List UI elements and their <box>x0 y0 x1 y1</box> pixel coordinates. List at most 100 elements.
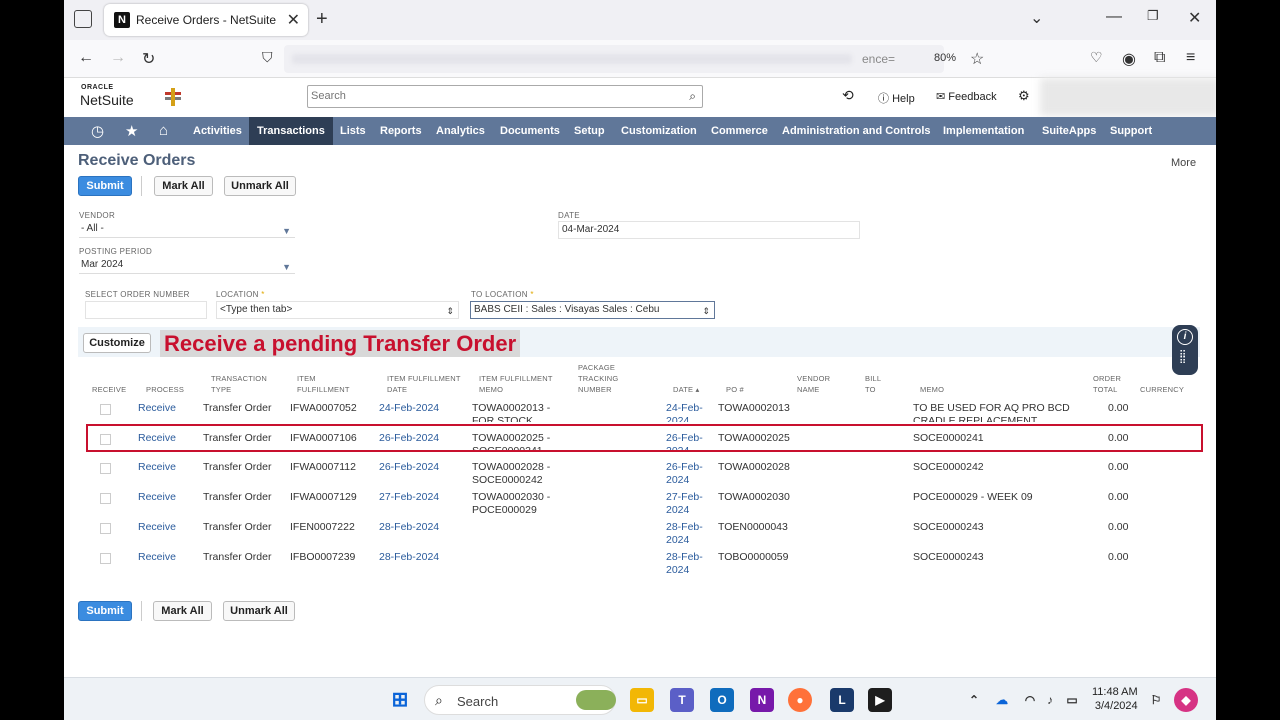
chevron-up-icon[interactable]: ⌃ <box>962 688 986 712</box>
tab-list-chevron-icon[interactable]: ⌄ <box>1030 8 1043 28</box>
vendor-select[interactable]: - All - ▼ <box>79 221 295 238</box>
tab-manager-icon[interactable] <box>74 10 92 28</box>
forward-icon[interactable]: → <box>110 49 126 67</box>
firefox-icon[interactable]: ● <box>788 688 812 712</box>
system-clock[interactable]: 11:48 AM 3/4/2024 <box>1092 685 1138 713</box>
vendor-label: VENDOR <box>79 211 116 220</box>
menu-lists[interactable]: Lists <box>340 117 366 145</box>
close-window-icon[interactable]: ✕ <box>1188 8 1201 28</box>
if-date[interactable]: 24-Feb-2024 <box>379 402 439 415</box>
reload-icon[interactable]: ↻ <box>142 49 155 69</box>
help-link[interactable]: ⓘ Help <box>878 90 915 106</box>
bookmark-star-icon[interactable]: ☆ <box>970 49 984 69</box>
new-tab-icon[interactable]: + <box>316 8 328 31</box>
menu-suiteapps[interactable]: SuiteApps <box>1042 117 1096 145</box>
date-field[interactable]: 04-Mar-2024 <box>558 221 860 239</box>
screen-recorder-icon[interactable]: ▶ <box>868 688 892 712</box>
outlook-icon[interactable]: O <box>710 688 734 712</box>
help-widget[interactable]: i ⠿ ⠿ <box>1172 325 1198 375</box>
windows-start-icon[interactable]: ⊞ <box>388 688 412 712</box>
recent-icon[interactable]: ◷ <box>91 122 104 140</box>
role-switch-icon[interactable]: ⚙ <box>1018 88 1030 104</box>
double-chevron-icon[interactable]: ⇕ <box>702 303 710 319</box>
address-bar[interactable]: ence= <box>284 45 944 73</box>
receive-checkbox[interactable] <box>100 523 111 534</box>
receive-checkbox[interactable] <box>100 404 111 415</box>
extensions-icon[interactable]: ⧉ <box>1154 49 1165 67</box>
copilot-icon[interactable]: ◆ <box>1174 688 1198 712</box>
mark-all-button[interactable]: Mark All <box>154 176 213 196</box>
menu-commerce[interactable]: Commerce <box>711 117 768 145</box>
menu-customization[interactable]: Customization <box>621 117 697 145</box>
battery-icon[interactable]: ▭ <box>1060 688 1084 712</box>
restore-icon[interactable]: ❐ <box>1147 8 1159 24</box>
pocket-icon[interactable]: ♡ <box>1090 49 1103 66</box>
menu-documents[interactable]: Documents <box>500 117 560 145</box>
favorites-star-icon[interactable]: ★ <box>125 122 138 140</box>
submit-button-bottom[interactable]: Submit <box>78 601 132 621</box>
receive-link[interactable]: Receive <box>138 402 176 415</box>
onedrive-icon[interactable]: ☁ <box>990 688 1014 712</box>
teams-icon[interactable]: T <box>670 688 694 712</box>
if-date[interactable]: 26-Feb-2024 <box>379 461 439 474</box>
onenote-icon[interactable]: N <box>750 688 774 712</box>
submit-button[interactable]: Submit <box>78 176 132 196</box>
clock-date: 3/4/2024 <box>1094 700 1138 712</box>
zoom-level[interactable]: 80% <box>934 52 956 64</box>
receive-link[interactable]: Receive <box>138 521 176 534</box>
unmark-all-button[interactable]: Unmark All <box>224 176 296 196</box>
order-date[interactable]: 28-Feb-2024 <box>666 551 710 577</box>
annotation-banner: Receive a pending Transfer Order <box>160 330 521 357</box>
order-date[interactable]: 26-Feb-2024 <box>666 461 710 487</box>
posting-period-select[interactable]: Mar 2024 ▼ <box>79 257 295 274</box>
file-explorer-icon[interactable]: ▭ <box>630 688 654 712</box>
order-date[interactable]: 24-Feb-2024 <box>666 402 710 422</box>
header-date[interactable]: DATE ▴ <box>673 384 700 395</box>
browser-tab[interactable]: N Receive Orders - NetSuite (Ceb ✕ <box>104 4 308 36</box>
volume-icon[interactable]: ♪ <box>1038 688 1062 712</box>
netsuite-logo[interactable]: NetSuite <box>80 92 134 108</box>
to-location-field[interactable]: BABS CEII : Sales : Visayas Sales : Cebu… <box>470 301 715 319</box>
recent-records-icon[interactable]: ⟲ <box>842 87 854 104</box>
if-date[interactable]: 27-Feb-2024 <box>379 491 439 504</box>
menu-support[interactable]: Support <box>1110 117 1152 145</box>
menu-reports[interactable]: Reports <box>380 117 422 145</box>
if-date[interactable]: 28-Feb-2024 <box>379 551 439 564</box>
receive-checkbox[interactable] <box>100 463 111 474</box>
more-link[interactable]: More <box>1171 157 1196 169</box>
menu-icon[interactable]: ≡ <box>1186 49 1195 67</box>
if-date[interactable]: 28-Feb-2024 <box>379 521 439 534</box>
menu-analytics[interactable]: Analytics <box>436 117 485 145</box>
menu-implementation[interactable]: Implementation <box>943 117 1024 145</box>
menu-activities[interactable]: Activities <box>193 117 242 145</box>
menu-transactions[interactable]: Transactions <box>249 117 333 145</box>
menu-setup[interactable]: Setup <box>574 117 605 145</box>
home-icon[interactable]: ⌂ <box>159 122 168 139</box>
close-tab-icon[interactable]: ✕ <box>287 10 300 30</box>
receive-link[interactable]: Receive <box>138 461 176 474</box>
menu-administration[interactable]: Administration and Controls <box>782 117 931 145</box>
notification-icon[interactable]: ⚐ <box>1144 688 1168 712</box>
mark-all-button-bottom[interactable]: Mark All <box>153 601 212 621</box>
shield-icon[interactable]: ⛉ <box>262 49 273 66</box>
order-number-field[interactable] <box>85 301 207 319</box>
customize-button[interactable]: Customize <box>83 333 151 353</box>
receive-link[interactable]: Receive <box>138 491 176 504</box>
location-field[interactable]: <Type then tab> ⇕ <box>216 301 459 319</box>
order-date[interactable]: 28-Feb-2024 <box>666 521 710 547</box>
search-input[interactable] <box>311 86 671 106</box>
receive-link[interactable]: Receive <box>138 551 176 564</box>
unmark-all-button-bottom[interactable]: Unmark All <box>223 601 295 621</box>
receive-checkbox[interactable] <box>100 493 111 504</box>
feedback-link[interactable]: ✉ Feedback <box>936 90 997 103</box>
account-icon[interactable]: ◉ <box>1122 49 1136 69</box>
double-chevron-icon[interactable]: ⇕ <box>446 303 454 319</box>
blurred-user-menu[interactable] <box>1040 78 1216 116</box>
l-app-icon[interactable]: L <box>830 688 854 712</box>
order-date[interactable]: 27-Feb-2024 <box>666 491 710 517</box>
minimize-icon[interactable]: — <box>1106 8 1122 26</box>
back-icon[interactable]: ← <box>78 49 94 67</box>
search-icon[interactable]: ⌕ <box>689 89 696 104</box>
global-search[interactable]: ⌕ <box>307 85 703 108</box>
receive-checkbox[interactable] <box>100 553 111 564</box>
